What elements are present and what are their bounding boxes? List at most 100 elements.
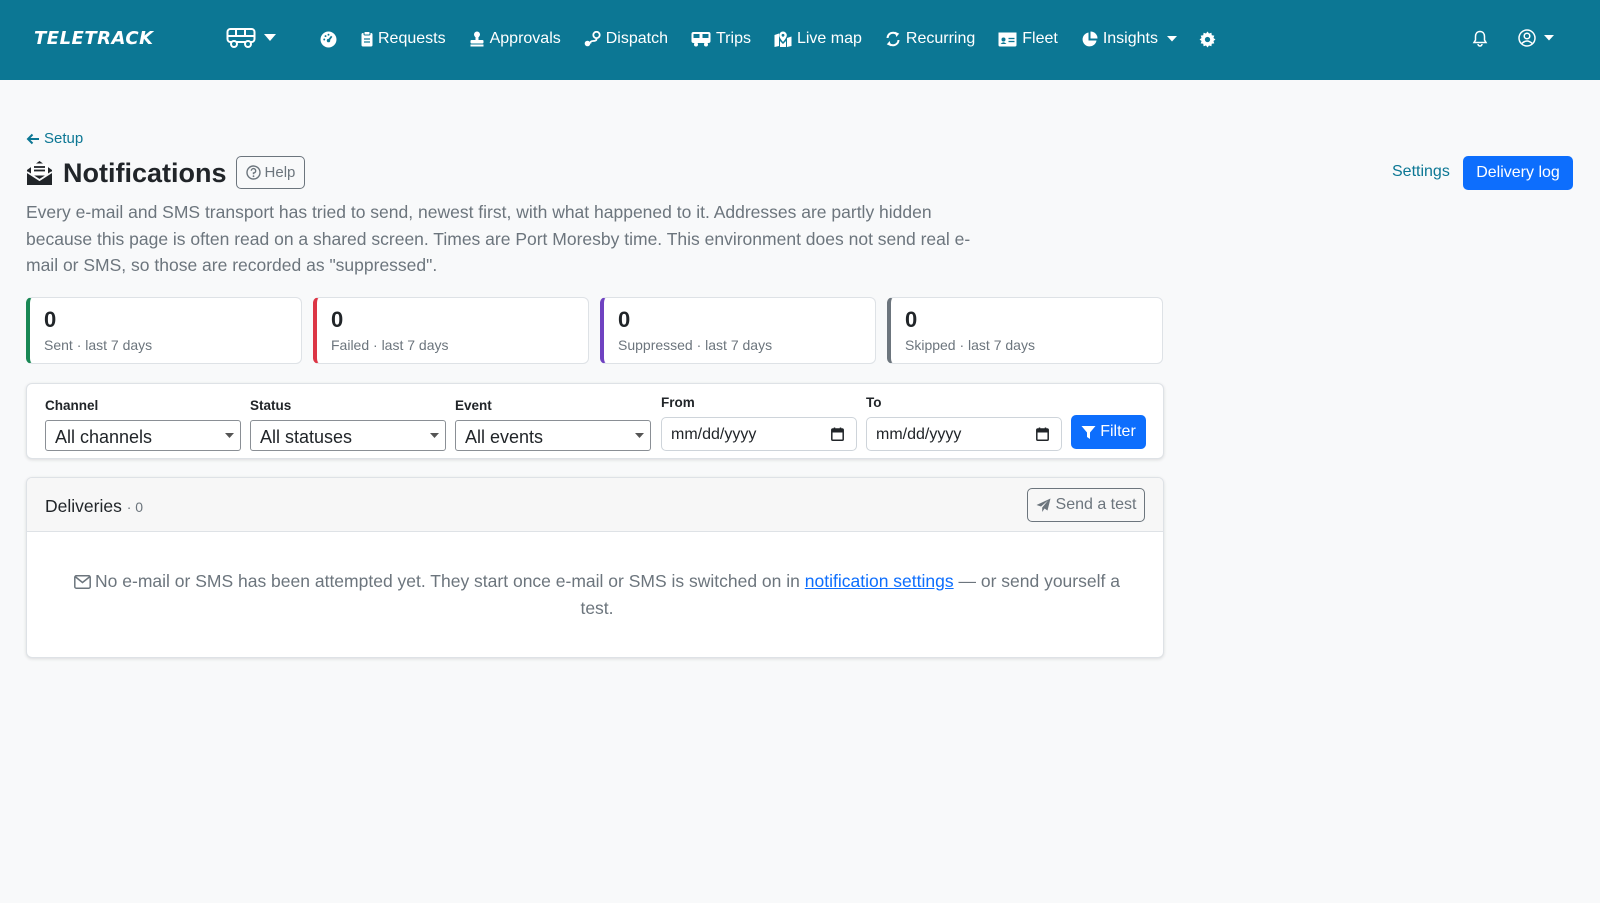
deliveries-title-wrap: Deliveries · 0 xyxy=(45,496,143,517)
from-date-input[interactable]: mm/dd/yyyy xyxy=(661,417,857,451)
route-icon xyxy=(584,31,601,47)
stat-label: Sent · last 7 days xyxy=(44,337,153,353)
back-to-setup-link[interactable]: Setup xyxy=(26,130,83,147)
nav-requests[interactable]: Requests xyxy=(361,31,446,47)
filter-button-label: Filter xyxy=(1100,423,1136,440)
help-label: Help xyxy=(264,164,296,181)
nav-insights[interactable]: Insights xyxy=(1081,31,1177,48)
notifications-bell[interactable] xyxy=(1472,30,1488,47)
page-header: Notifications Help xyxy=(26,156,306,189)
deliveries-count: · 0 xyxy=(126,499,144,515)
nav-label: Insights xyxy=(1102,30,1158,47)
caret-down-icon xyxy=(264,34,276,41)
top-navbar: TELETRACK Requests Approvals Dispatch Tr… xyxy=(0,0,1600,80)
caret-down-icon xyxy=(225,433,234,438)
filter-form: Channel All channels Status All statuses… xyxy=(26,383,1164,459)
bus-icon xyxy=(691,32,711,47)
deliveries-title: Deliveries xyxy=(45,496,122,516)
settings-link[interactable]: Settings xyxy=(1392,163,1450,181)
stat-card-failed: 0 Failed · last 7 days xyxy=(313,297,589,364)
bus-icon xyxy=(226,28,256,48)
nav-dispatch[interactable]: Dispatch xyxy=(584,31,668,47)
nav-label: Requests xyxy=(378,30,446,47)
user-menu[interactable] xyxy=(1518,29,1554,47)
stat-value: 0 xyxy=(905,307,918,332)
nav-trips[interactable]: Trips xyxy=(691,31,751,47)
pie-chart-icon xyxy=(1082,31,1098,46)
to-date-input[interactable]: mm/dd/yyyy xyxy=(866,417,1062,451)
stamp-icon xyxy=(470,31,484,47)
caret-down-icon xyxy=(1166,36,1177,42)
filter-button[interactable]: Filter xyxy=(1071,415,1146,449)
nav-settings[interactable] xyxy=(1199,31,1216,48)
stat-card-suppressed: 0 Suppressed · last 7 days xyxy=(600,297,876,364)
stat-card-skipped: 0 Skipped · last 7 days xyxy=(887,297,1163,364)
question-circle-icon xyxy=(245,165,261,180)
bell-icon xyxy=(1472,30,1488,47)
brand-logo[interactable]: TELETRACK xyxy=(34,28,154,49)
nav-label: Trips xyxy=(716,30,751,47)
nav-approvals[interactable]: Approvals xyxy=(469,31,561,47)
nav-label: Live map xyxy=(796,30,862,47)
event-select[interactable]: All events xyxy=(455,420,651,451)
paper-plane-icon xyxy=(1036,498,1051,512)
event-label: Event xyxy=(455,398,492,413)
channel-select[interactable]: All channels xyxy=(45,420,241,451)
map-location-icon xyxy=(774,31,792,47)
dashboard-icon xyxy=(320,31,337,47)
delivery-log-button[interactable]: Delivery log xyxy=(1463,156,1573,190)
stat-card-sent: 0 Sent · last 7 days xyxy=(26,297,302,364)
send-test-button[interactable]: Send a test xyxy=(1027,488,1145,522)
gear-icon xyxy=(1199,31,1216,47)
nav-label: Recurring xyxy=(905,30,976,47)
status-label: Status xyxy=(250,398,292,413)
send-test-label: Send a test xyxy=(1055,496,1137,513)
nav-recurring[interactable]: Recurring xyxy=(885,31,975,47)
nav-label: Fleet xyxy=(1022,30,1058,47)
clipboard-icon xyxy=(361,31,373,47)
nav-label: Dispatch xyxy=(605,30,668,47)
channel-label: Channel xyxy=(45,398,99,413)
back-link-label: Setup xyxy=(44,130,84,147)
caret-down-icon xyxy=(1544,35,1554,41)
status-select[interactable]: All statuses xyxy=(250,420,446,451)
status-select-value: All statuses xyxy=(260,427,353,447)
repeat-icon xyxy=(886,31,900,47)
vehicle-switcher[interactable] xyxy=(226,27,276,49)
funnel-icon xyxy=(1081,425,1096,439)
stat-cards: 0 Sent · last 7 days 0 Failed · last 7 d… xyxy=(26,297,1163,364)
to-label: To xyxy=(866,395,882,410)
calendar-icon[interactable] xyxy=(1036,427,1049,441)
arrow-left-icon xyxy=(26,133,39,144)
deliveries-header: Deliveries · 0 Send a test xyxy=(27,478,1163,532)
nav-label: Approvals xyxy=(489,30,561,47)
nav-live-map[interactable]: Live map xyxy=(774,31,862,47)
navbar-right xyxy=(1400,26,1600,52)
caret-down-icon xyxy=(430,433,439,438)
deliveries-card: Deliveries · 0 Send a test No e-mail or … xyxy=(26,477,1164,658)
help-button[interactable]: Help xyxy=(235,156,306,189)
nav-dashboard[interactable] xyxy=(320,31,337,48)
from-filter: From mm/dd/yyyy xyxy=(661,395,857,451)
page-description: Every e-mail and SMS transport has tried… xyxy=(26,202,971,275)
channel-select-value: All channels xyxy=(55,427,153,447)
from-date-value: mm/dd/yyyy xyxy=(671,426,757,443)
empty-state: No e-mail or SMS has been attempted yet.… xyxy=(57,568,1137,621)
page-title: Notifications xyxy=(63,157,227,188)
stat-label: Skipped · last 7 days xyxy=(905,337,1035,353)
channel-filter: Channel All channels xyxy=(45,398,241,451)
status-filter: Status All statuses xyxy=(250,398,446,451)
stat-value: 0 xyxy=(618,307,631,332)
main-nav: Requests Approvals Dispatch Trips Live m… xyxy=(320,26,1216,52)
id-card-icon xyxy=(998,32,1017,46)
to-date-value: mm/dd/yyyy xyxy=(876,426,962,443)
envelope-icon xyxy=(74,575,91,589)
user-circle-icon xyxy=(1518,29,1536,47)
notification-settings-link[interactable]: notification settings xyxy=(805,571,954,591)
to-filter: To mm/dd/yyyy xyxy=(866,395,1062,451)
stat-label: Suppressed · last 7 days xyxy=(618,337,773,353)
caret-down-icon xyxy=(635,433,644,438)
calendar-icon[interactable] xyxy=(831,427,844,441)
envelope-open-text-icon xyxy=(26,160,53,185)
nav-fleet[interactable]: Fleet xyxy=(998,31,1058,47)
